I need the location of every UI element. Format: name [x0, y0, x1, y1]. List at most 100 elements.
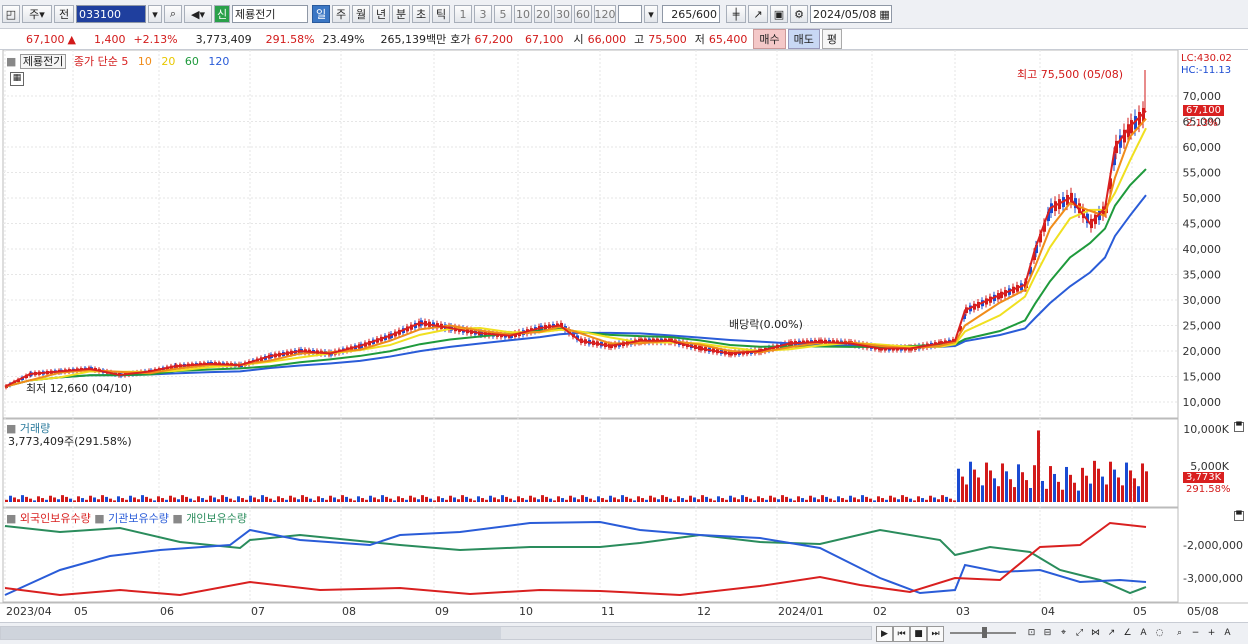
crosshair-icon[interactable]: ⌖ — [1056, 626, 1071, 640]
zoom-slider-handle[interactable] — [982, 627, 987, 638]
volume-bar — [481, 498, 484, 502]
period-day[interactable]: 일 — [312, 5, 330, 23]
stock-title[interactable]: 제룡전기 — [19, 54, 67, 69]
stock-code-input[interactable]: 033100 — [76, 5, 146, 23]
volume-bar — [297, 499, 300, 502]
magnifier-icon[interactable]: ⌕ — [1172, 626, 1187, 640]
scroll-last-icon[interactable]: ⏭ — [927, 626, 944, 642]
volume-bar — [885, 499, 888, 502]
institution-holdings-legend[interactable]: 기관보유수량 — [108, 512, 169, 525]
lc-value: LC:430.02 — [1181, 53, 1232, 64]
volume-bar — [693, 497, 696, 502]
period-year[interactable]: 년 — [372, 5, 390, 23]
interval-20[interactable]: 20 — [534, 5, 552, 23]
ma-60[interactable]: 60 — [185, 55, 199, 68]
volume-bar — [733, 497, 736, 502]
volume-bar — [909, 498, 912, 502]
volume-bar — [433, 500, 436, 502]
date-input[interactable]: 2024/05/08 ▦ — [810, 5, 892, 23]
interval-10[interactable]: 10 — [514, 5, 532, 23]
calendar-icon[interactable]: ▦ — [879, 8, 889, 21]
search-icon[interactable]: ⌕ — [164, 5, 182, 23]
volume-bar — [229, 498, 232, 502]
layout-icon[interactable]: ⊡ — [1024, 626, 1039, 640]
zoom-out-icon[interactable]: − — [1188, 626, 1203, 640]
volume-bar — [625, 496, 628, 502]
volume-bar — [1093, 460, 1096, 502]
volume-bar — [53, 497, 56, 502]
price-change: 1,400 — [93, 32, 126, 46]
ray-icon[interactable]: ↗ — [1104, 626, 1119, 640]
ma-5[interactable]: 5 — [121, 55, 128, 68]
holdings-panel-close-icon[interactable]: ▀ — [1234, 511, 1244, 521]
volume-bar — [997, 486, 1000, 502]
scroll-right-icon[interactable]: ▶ — [876, 626, 893, 642]
custom-interval-input[interactable] — [618, 5, 642, 23]
volume-bar — [265, 496, 268, 502]
scroll-thumb[interactable] — [1, 627, 501, 639]
market-type-select[interactable]: 주 ▾ — [22, 5, 52, 23]
zoom-in-icon[interactable]: + — [1204, 626, 1219, 640]
period-month[interactable]: 월 — [352, 5, 370, 23]
period-minute[interactable]: 분 — [392, 5, 410, 23]
scroll-first-icon[interactable]: ⏮ — [893, 626, 910, 642]
window-menu-icon[interactable]: ◰ — [2, 5, 20, 23]
individual-holdings-legend[interactable]: 개인보유수량 — [186, 512, 247, 525]
save-icon[interactable]: ▣ — [770, 5, 788, 23]
period-second[interactable]: 초 — [412, 5, 430, 23]
volume-bar — [317, 496, 320, 502]
chart-scrollbar[interactable] — [0, 626, 872, 640]
period-tick[interactable]: 틱 — [432, 5, 450, 23]
volume-bar — [173, 497, 176, 502]
circle-tool-icon[interactable]: ◌ — [1152, 626, 1167, 640]
volume-bar — [753, 500, 756, 502]
stop-icon[interactable]: ■ — [910, 626, 927, 642]
x-axis-right-label: 05/08 — [1187, 605, 1219, 618]
ma-120[interactable]: 120 — [208, 55, 229, 68]
ma-10[interactable]: 10 — [138, 55, 152, 68]
interval-30[interactable]: 30 — [554, 5, 572, 23]
volume-bar — [825, 496, 828, 502]
buy-button[interactable]: 매수 — [753, 29, 786, 49]
avg-button[interactable]: 평 — [821, 29, 843, 49]
chart-canvas[interactable]: 70,00065,00060,00055,00050,00045,00040,0… — [0, 50, 1248, 622]
volume-panel-close-icon[interactable]: ▀ — [1234, 422, 1244, 432]
data-count-field[interactable]: 265/600 — [662, 5, 720, 23]
volume-bar — [453, 497, 456, 502]
interval-60[interactable]: 60 — [574, 5, 592, 23]
table-view-icon[interactable]: ▦ — [10, 72, 24, 86]
gear-icon[interactable]: ⚙ — [790, 5, 808, 23]
interval-1[interactable]: 1 — [454, 5, 472, 23]
interval-3[interactable]: 3 — [474, 5, 492, 23]
volume-bar — [573, 497, 576, 502]
volume-bar — [237, 496, 240, 502]
ma-20[interactable]: 20 — [161, 55, 175, 68]
code-dropdown-icon[interactable]: ▾ — [148, 5, 162, 23]
volume-bar — [781, 495, 784, 502]
text-tool-icon[interactable]: A — [1136, 626, 1151, 640]
interval-5[interactable]: 5 — [494, 5, 512, 23]
volume-bar — [385, 496, 388, 502]
volume-bar — [809, 495, 812, 502]
interval-dropdown-icon[interactable]: ▾ — [644, 5, 658, 23]
volume-bar — [877, 496, 880, 502]
volume-bar — [513, 500, 516, 502]
volume-bar — [321, 498, 324, 502]
sell-button[interactable]: 매도 — [787, 29, 820, 49]
foreign-holdings-legend[interactable]: 외국인보유수량 — [20, 512, 91, 525]
prefix-button[interactable]: 전 — [54, 5, 74, 23]
drawing-tool-icon[interactable]: ↗ — [748, 5, 768, 23]
volume-bar — [413, 497, 416, 502]
chart-area[interactable]: 70,000 65,000 60,000 55,000 50,000 45,000 40,0… — [0, 50, 1248, 622]
speaker-icon[interactable]: ◀▾ — [184, 5, 212, 23]
trendline-icon[interactable]: ⤢ — [1072, 626, 1087, 640]
period-week[interactable]: 주 — [332, 5, 350, 23]
candle-type-icon[interactable]: ╪ — [726, 5, 746, 23]
text-size-icon[interactable]: A — [1220, 626, 1235, 640]
fib-icon[interactable]: ⋈ — [1088, 626, 1103, 640]
interval-120[interactable]: 120 — [594, 5, 616, 23]
angle-icon[interactable]: ∠ — [1120, 626, 1135, 640]
volume-bar — [701, 495, 704, 502]
split-icon[interactable]: ⊟ — [1040, 626, 1055, 640]
volume-bar — [541, 495, 544, 502]
